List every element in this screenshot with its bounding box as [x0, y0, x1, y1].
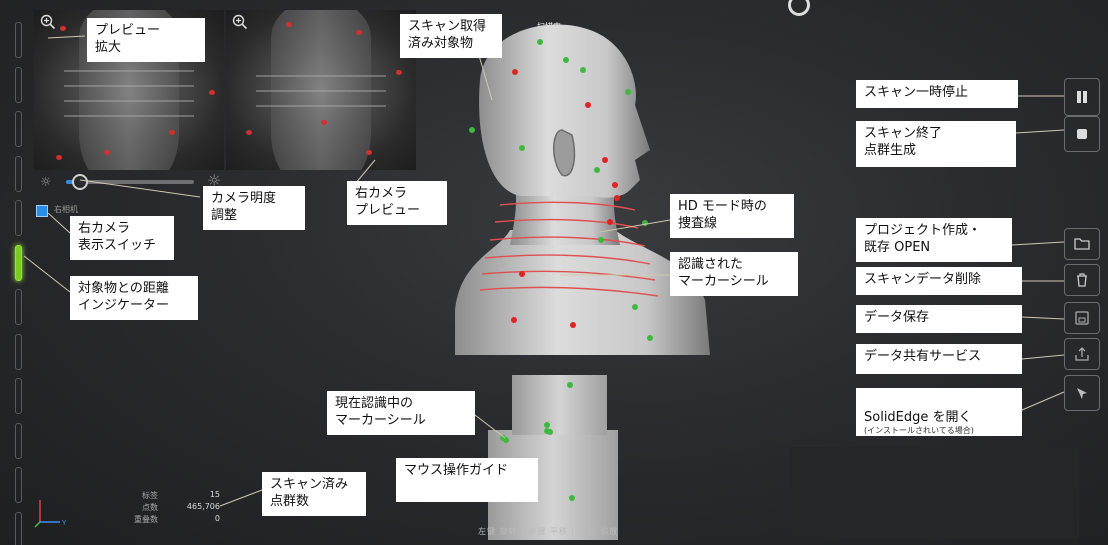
callout-right-camera-preview: 右カメラ プレビュー	[347, 181, 447, 225]
callout-finish: スキャン終了 点群生成	[856, 121, 1016, 167]
stop-icon	[1077, 129, 1087, 139]
save-data-button[interactable]	[1064, 302, 1100, 334]
callout-open-solidedge: SolidEdge を開く (インストールされいてる場合)	[856, 388, 1022, 436]
distance-indicator-segment	[15, 22, 22, 58]
callout-hd-mode-lines: HD モード時の 捜査線	[670, 194, 794, 238]
callout-open-solidedge-note: (インストールされいてる場合)	[864, 426, 974, 435]
callout-mouse-guide: マウス操作ガイド	[396, 458, 538, 502]
callout-recognized-markers: 認識された マーカーシール	[670, 252, 798, 296]
stat-value-points: 465,706	[186, 502, 220, 511]
bottom-right-panel	[789, 447, 1079, 539]
share-icon	[1075, 347, 1089, 361]
stat-value-markers: 15	[209, 490, 220, 499]
callout-share-service: データ共有サービス	[856, 344, 1022, 374]
callout-current-markers: 現在認識中の マーカーシール	[327, 391, 475, 435]
callout-save-data: データ保存	[856, 305, 1022, 333]
brightness-slider-handle[interactable]	[72, 174, 88, 190]
pedestal-neck	[512, 375, 607, 435]
save-icon	[1075, 311, 1089, 325]
mouse-guide-bar: 左键 旋转 | 中键 平移 | 滚轮 缩放	[478, 527, 619, 536]
distance-indicator-segment	[15, 155, 22, 192]
sun-icon: ☼	[40, 175, 52, 190]
callout-project-open: プロジェクト作成・ 既存 OPEN	[856, 218, 1012, 262]
scanner-app: ☼ ☼ 右相机 扫描中	[0, 0, 1108, 545]
top-ring-indicator	[788, 0, 810, 16]
callout-distance-indicator: 対象物との距離 インジケーター	[70, 276, 198, 320]
open-solidedge-button[interactable]	[1064, 375, 1100, 411]
folder-icon	[1074, 238, 1090, 250]
callout-preview-zoom: プレビュー 拡大	[87, 18, 205, 62]
callout-camera-brightness: カメラ明度 調整	[203, 186, 305, 230]
svg-text:Y: Y	[61, 519, 67, 527]
zoom-in-icon[interactable]	[232, 14, 248, 30]
delete-data-button[interactable]	[1064, 264, 1100, 296]
project-open-button[interactable]	[1064, 228, 1100, 260]
stat-label-markers: 标签	[142, 491, 158, 500]
zoom-in-icon[interactable]	[40, 14, 56, 30]
right-camera-checkbox-label: 右相机	[54, 205, 78, 214]
stat-value-overlap: 0	[214, 514, 220, 523]
trash-icon	[1077, 273, 1087, 287]
callout-scanned-points: スキャン済み 点群数	[262, 472, 366, 516]
distance-indicator-segment	[15, 333, 22, 370]
callout-delete-data: スキャンデータ削除	[856, 267, 1022, 295]
stat-label-overlap: 重叠数	[134, 515, 158, 524]
distance-indicator-segment	[15, 511, 22, 545]
distance-indicator-segment	[15, 111, 22, 147]
distance-indicator-segment	[15, 378, 22, 414]
distance-indicator-segment	[15, 467, 22, 503]
finish-scan-button[interactable]	[1064, 116, 1100, 152]
callout-right-camera-switch: 右カメラ 表示スイッチ	[70, 216, 174, 260]
distance-indicator-active-segment	[15, 244, 22, 281]
distance-indicator-segment	[15, 289, 22, 325]
solidedge-icon	[1077, 388, 1087, 399]
pause-icon	[1077, 91, 1087, 103]
distance-indicator-segment	[15, 200, 22, 236]
pause-scan-button[interactable]	[1064, 78, 1100, 116]
axis-gizmo-icon: Y	[34, 500, 67, 528]
share-service-button[interactable]	[1064, 338, 1100, 370]
distance-indicator-segment	[15, 422, 22, 459]
distance-indicator-segment	[15, 66, 22, 103]
callout-pause: スキャン一時停止	[856, 80, 1018, 108]
stat-label-points: 点数	[142, 503, 158, 512]
callout-scanned-object: スキャン取得 済み対象物	[400, 14, 502, 58]
right-camera-checkbox[interactable]	[36, 205, 48, 217]
callout-open-solidedge-text: SolidEdge を開く	[864, 410, 972, 425]
right-camera-preview[interactable]	[226, 10, 416, 170]
